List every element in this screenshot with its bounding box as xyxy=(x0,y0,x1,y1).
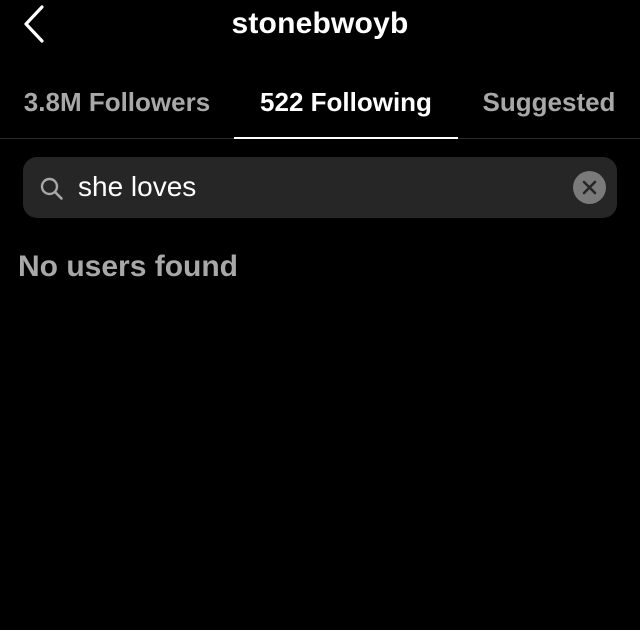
tab-following[interactable]: 522 Following xyxy=(234,68,458,136)
active-tab-indicator xyxy=(234,137,458,139)
tab-bar: 3.8M Followers 522 Following Suggested xyxy=(0,68,640,139)
header: stonebwoyb xyxy=(0,0,640,56)
page-title: stonebwoyb xyxy=(231,7,409,40)
tab-followers[interactable]: 3.8M Followers xyxy=(0,68,234,136)
no-results-message: No users found xyxy=(18,250,239,283)
search-input[interactable] xyxy=(78,162,558,212)
tab-suggested[interactable]: Suggested xyxy=(458,68,640,136)
clear-search-button[interactable] xyxy=(573,171,606,204)
clear-icon xyxy=(582,180,597,195)
search-icon xyxy=(39,176,65,202)
